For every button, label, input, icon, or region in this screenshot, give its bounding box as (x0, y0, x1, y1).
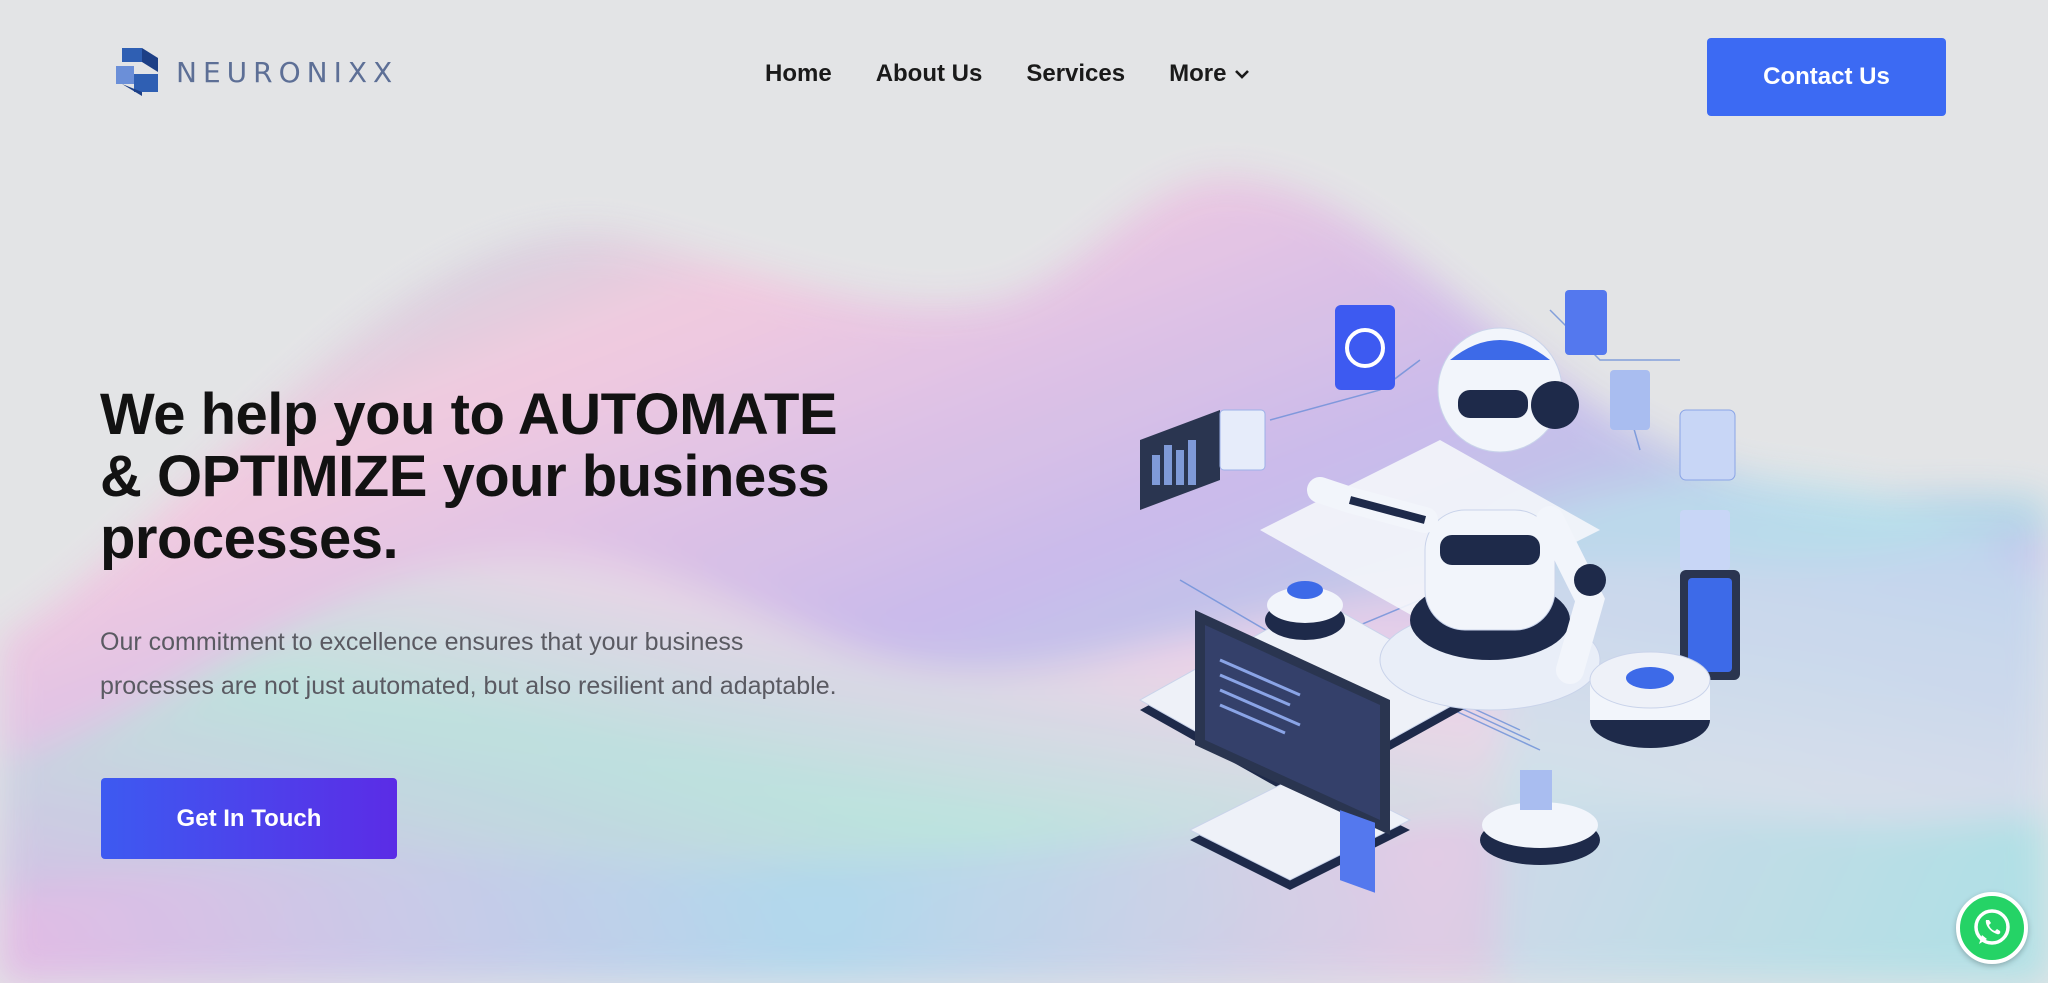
main-nav: Home About Us Services More (765, 60, 1250, 88)
neuronixx-logo-icon (116, 48, 158, 96)
nav-item-services[interactable]: Services (1026, 60, 1125, 88)
nav-item-home[interactable]: Home (765, 60, 832, 88)
nav-more-label: More (1169, 60, 1227, 87)
nav-item-more[interactable]: More (1169, 60, 1250, 88)
brand-logo[interactable]: NEURONIXX (112, 44, 398, 100)
robot-automation-illustration (1138, 290, 1740, 893)
whatsapp-button[interactable] (1956, 892, 2028, 964)
hero-headline: We help you to AUTOMATE & OPTIMIZE your … (100, 382, 838, 571)
nav-item-about-us[interactable]: About Us (876, 60, 983, 88)
chevron-down-icon (1235, 70, 1250, 79)
get-in-touch-button[interactable]: Get In Touch (101, 778, 397, 859)
contact-us-button[interactable]: Contact Us (1707, 38, 1946, 116)
brand-name: NEURONIXX (176, 55, 399, 89)
hero-subtext: Our commitment to excellence ensures tha… (100, 628, 837, 700)
whatsapp-icon (1974, 909, 2010, 945)
